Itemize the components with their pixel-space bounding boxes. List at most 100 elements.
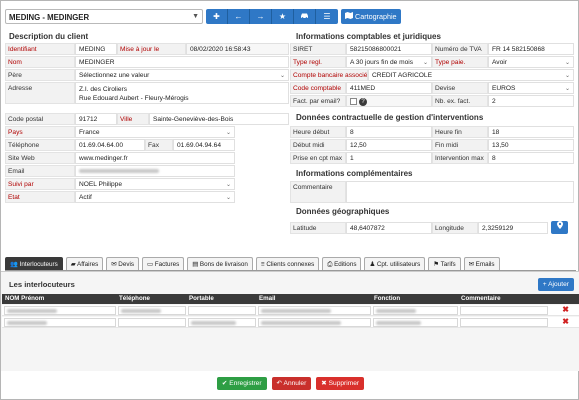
tab-devis[interactable]: ✉ Devis (106, 257, 140, 270)
telephone-field[interactable]: 01.69.04.64.00 (75, 139, 145, 151)
star-icon[interactable]: ★ (272, 9, 294, 24)
tab-tarifs[interactable]: ⚑ Tarifs (428, 257, 461, 270)
interv-section-title: Données contractuelle de gestion d'inter… (296, 113, 484, 122)
contact-mobile-cell[interactable] (188, 318, 256, 327)
latitude-label: Latitude (290, 222, 346, 234)
tab-label: Cpt. utilisateurs (376, 261, 421, 268)
col-email: Email (259, 295, 276, 302)
contact-fonction-cell[interactable] (373, 318, 458, 327)
commentaire-label: Commentaire (290, 181, 346, 203)
web-field[interactable]: www.medinger.fr (75, 152, 235, 164)
client-selector[interactable]: MEDING - MEDINGER ▼ (5, 9, 203, 24)
debut-midi-field[interactable]: 12,50 (346, 139, 432, 151)
ville-field[interactable]: Sainte-Geneviève-des-Bois (149, 113, 289, 125)
delete-icon[interactable]: ✖ (562, 305, 569, 314)
contact-fonction-cell[interactable] (373, 306, 458, 315)
add-contact-button[interactable]: + Ajouter (537, 278, 574, 291)
compl-section-title: Informations complémentaires (296, 169, 413, 178)
tab-bons-livraison[interactable]: ▤ Bons de livraison (187, 257, 253, 270)
user-icon: ♟ (369, 261, 376, 268)
contact-phone-cell[interactable] (118, 306, 186, 315)
client-selector-value: MEDING - MEDINGER (9, 13, 90, 22)
longitude-field[interactable]: 2,3259129 (478, 222, 548, 234)
fax-field[interactable]: 01.69.04.94.64 (173, 139, 235, 151)
table-row[interactable]: ✖ (2, 305, 579, 316)
save-button[interactable]: ✔ Enregistrer (216, 377, 267, 390)
heure-fin-field[interactable]: 18 (488, 126, 574, 138)
contact-mobile-cell[interactable] (188, 306, 256, 315)
compte-select[interactable]: CREDIT AGRICOLE ⌄ (368, 69, 574, 81)
tab-cpt-utilisateurs[interactable]: ♟ Cpt. utilisateurs (364, 257, 426, 270)
commentaire-field[interactable] (346, 181, 574, 203)
maj-field: 08/02/2020 16:58:43 (186, 43, 289, 55)
arrow-right-icon[interactable]: → (250, 9, 272, 24)
suivi-select[interactable]: NOEL Philippe ⌄ (75, 178, 235, 190)
code-compta-field[interactable]: 411MED (346, 82, 432, 94)
cartographie-button[interactable]: Cartographie (341, 9, 401, 24)
latitude-field[interactable]: 48,6407872 (346, 222, 432, 234)
redacted-text (376, 321, 421, 325)
plus-icon[interactable]: ✚ (206, 9, 228, 24)
contact-name-cell[interactable] (4, 306, 116, 315)
help-icon[interactable]: ? (359, 98, 367, 106)
type-regl-select[interactable]: A 30 jours fin de mois ⌄ (346, 56, 432, 68)
contact-phone-cell[interactable] (118, 318, 186, 327)
contact-comment-cell[interactable] (460, 318, 548, 327)
etat-select[interactable]: Actif ⌄ (75, 191, 235, 203)
col-fonction: Fonction (374, 295, 401, 302)
tab-interlocuteurs[interactable]: 👥 Interlocuteurs (5, 257, 63, 270)
truck-icon: ▤ (192, 261, 199, 268)
table-row[interactable]: ✖ (2, 317, 579, 328)
redacted-text (376, 309, 416, 313)
interv-max-label: Intervention max (432, 152, 488, 164)
siret-field[interactable]: 58215086800021 (346, 43, 432, 55)
nb-fact-field[interactable]: 2 (488, 95, 574, 107)
contact-comment-cell[interactable] (460, 306, 548, 315)
adresse-field[interactable]: Z.I. des Ciroliers Rue Edouard Aubert - … (75, 82, 289, 104)
pays-select[interactable]: France ⌄ (75, 126, 235, 138)
tva-field[interactable]: FR 14 582150868 (488, 43, 574, 55)
arrow-left-icon[interactable]: ← (228, 9, 250, 24)
cp-field[interactable]: 91712 (75, 113, 117, 125)
tva-label: Numéro de TVA (432, 43, 488, 55)
redacted-text (7, 309, 57, 313)
devise-select[interactable]: EUROS ⌄ (488, 82, 574, 94)
maj-label: Mise à jour le (117, 43, 186, 55)
pays-select-value: France (79, 129, 100, 136)
delete-icon[interactable]: ✖ (562, 317, 569, 326)
tab-bar: 👥 Interlocuteurs ▰ Affaires ✉ Devis ▭ Fa… (5, 257, 576, 271)
interv-max-field[interactable]: 8 (488, 152, 574, 164)
locate-button[interactable] (551, 221, 568, 234)
cancel-button[interactable]: ↶ Annuler (271, 377, 312, 390)
type-paie-select[interactable]: Avoir ⌄ (488, 56, 574, 68)
nom-field[interactable]: MEDINGER (75, 56, 289, 68)
tab-editions[interactable]: ⎙ Editions (322, 257, 362, 270)
fact-mail-label: Fact. par email? (290, 95, 346, 107)
heure-debut-label: Heure début (290, 126, 346, 138)
prise-field[interactable]: 1 (346, 152, 432, 164)
menu-icon[interactable]: ☰ (316, 9, 338, 24)
contact-name-cell[interactable] (4, 318, 116, 327)
tab-label: Factures (154, 261, 180, 268)
folder-icon: ▰ (70, 261, 76, 268)
identifiant-field[interactable]: MEDING (75, 43, 117, 55)
pays-label: Pays (5, 126, 75, 138)
car-icon[interactable] (294, 9, 316, 24)
chevron-down-icon: ⌄ (564, 60, 570, 66)
compta-section-title: Informations comptables et juridiques (296, 32, 441, 41)
heure-debut-field[interactable]: 8 (346, 126, 432, 138)
tab-affaires[interactable]: ▰ Affaires (65, 257, 104, 270)
fin-midi-field[interactable]: 13,50 (488, 139, 574, 151)
tab-factures[interactable]: ▭ Factures (142, 257, 185, 270)
identifiant-label: Identifiant (5, 43, 75, 55)
contact-email-cell[interactable] (258, 318, 371, 327)
nav-button-group: ✚ ← → ★ ☰ (206, 9, 338, 24)
tab-emails[interactable]: ✉ Emails (463, 257, 500, 270)
email-field[interactable] (75, 165, 235, 177)
delete-button[interactable]: ✖ Supprimer (316, 377, 365, 390)
fact-mail-cell: ? (346, 95, 432, 107)
tab-clients-connexes[interactable]: ≡ Clients connexes (255, 257, 320, 270)
pere-select[interactable]: Sélectionnez une valeur ⌄ (75, 69, 289, 81)
fact-mail-checkbox[interactable] (350, 97, 357, 105)
contact-email-cell[interactable] (258, 306, 371, 315)
